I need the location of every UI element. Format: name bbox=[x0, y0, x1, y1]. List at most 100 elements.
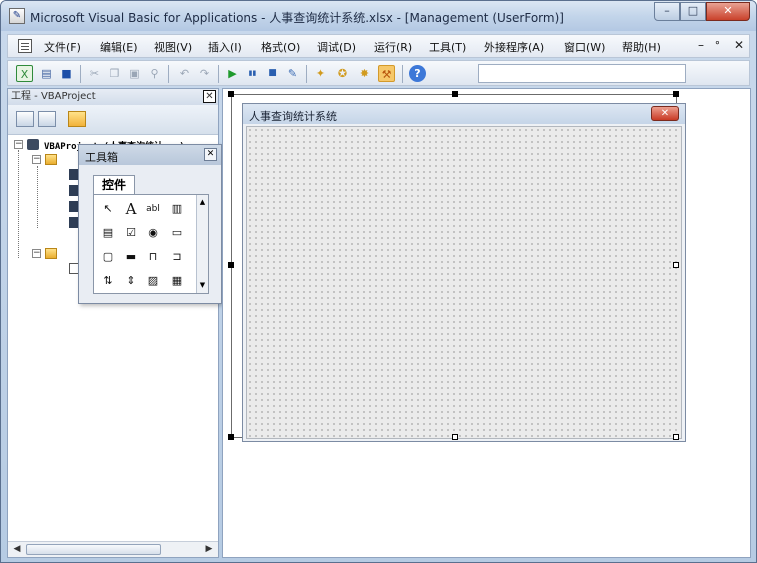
combobox-tool-icon[interactable]: ▥ bbox=[168, 201, 186, 217]
userform-title: 人事查询统计系统 bbox=[249, 110, 337, 123]
resize-handle bbox=[673, 91, 679, 97]
cut-icon[interactable]: ✂ bbox=[86, 65, 103, 82]
scrollbar-thumb[interactable] bbox=[26, 544, 161, 555]
spinbutton-tool-icon[interactable]: ⇕ bbox=[122, 273, 140, 289]
userform-design-grid[interactable] bbox=[246, 126, 682, 439]
menu-file[interactable]: 文件(F) bbox=[44, 39, 81, 55]
menu-addins[interactable]: 外接程序(A) bbox=[484, 39, 544, 55]
standard-toolbar: X ▤ ■ ✂ ❐ ▣ ⚲ ↶ ↷ ▶ ▮▮ ■ ✎ ✦ ✪ ✸ ⚒ ? bbox=[7, 60, 750, 86]
toolbox-icon[interactable]: ⚒ bbox=[378, 65, 395, 82]
object-browser-icon[interactable]: ✸ bbox=[356, 65, 373, 82]
project-explorer-title: 工程 - VBAProject ✕ bbox=[8, 89, 218, 105]
toolbox-close-button[interactable]: ✕ bbox=[204, 148, 217, 161]
insert-userform-icon[interactable]: ▤ bbox=[38, 65, 55, 82]
vba-app-icon[interactable]: ✎ bbox=[9, 8, 25, 24]
scrollbar-tool-icon[interactable]: ⇅ bbox=[99, 273, 117, 289]
userform-title-bar: 人事查询统计系统 ✕ bbox=[243, 104, 685, 124]
toolbar-separator bbox=[306, 65, 307, 83]
resize-handle[interactable] bbox=[452, 434, 458, 440]
project-explorer-icon[interactable]: ✦ bbox=[312, 65, 329, 82]
multipage-tool-icon[interactable]: ⊐ bbox=[168, 249, 186, 265]
userform-close-icon: ✕ bbox=[651, 106, 679, 121]
maximize-button[interactable]: □ bbox=[680, 2, 706, 21]
save-icon[interactable]: ■ bbox=[58, 65, 75, 82]
tree-expander[interactable]: − bbox=[14, 140, 23, 149]
menu-edit[interactable]: 编辑(E) bbox=[100, 39, 138, 55]
frame-tool-icon[interactable]: ▢ bbox=[99, 249, 117, 265]
project-explorer-title-text: 工程 - VBAProject bbox=[11, 91, 96, 102]
toolbar-position-box bbox=[478, 64, 686, 83]
listbox-tool-icon[interactable]: ▤ bbox=[99, 225, 117, 241]
toggle-folders-icon[interactable] bbox=[68, 111, 86, 127]
vba-project-icon bbox=[27, 139, 39, 150]
menu-help[interactable]: 帮助(H) bbox=[622, 39, 661, 55]
reset-icon[interactable]: ■ bbox=[264, 65, 281, 82]
undo-icon[interactable]: ↶ bbox=[176, 65, 193, 82]
design-mode-icon[interactable]: ✎ bbox=[284, 65, 301, 82]
caption-buttons: – □ ✕ bbox=[654, 2, 750, 21]
paste-icon[interactable]: ▣ bbox=[126, 65, 143, 82]
document-window-icon[interactable] bbox=[18, 39, 32, 53]
resize-handle bbox=[228, 91, 234, 97]
scroll-up-arrow-icon[interactable]: ▲ bbox=[197, 198, 208, 206]
select-objects-icon[interactable]: ↖ bbox=[99, 201, 117, 217]
toolbar-separator bbox=[402, 65, 403, 83]
menu-window[interactable]: 窗口(W) bbox=[564, 39, 605, 55]
refedit-tool-icon[interactable]: ▦ bbox=[168, 273, 186, 289]
toolbar-separator bbox=[218, 65, 219, 83]
resize-handle bbox=[228, 434, 234, 440]
run-icon[interactable]: ▶ bbox=[224, 65, 241, 82]
project-explorer-close-button[interactable]: ✕ bbox=[203, 90, 216, 103]
folder-icon[interactable] bbox=[45, 248, 57, 259]
tree-line bbox=[37, 166, 38, 228]
menu-debug[interactable]: 调试(D) bbox=[317, 39, 356, 55]
mdi-close-button[interactable]: ✕ bbox=[734, 38, 744, 52]
tree-expander[interactable]: − bbox=[32, 249, 41, 258]
menu-tools[interactable]: 工具(T) bbox=[429, 39, 466, 55]
resize-handle bbox=[228, 262, 234, 268]
userform-management[interactable]: 人事查询统计系统 ✕ bbox=[242, 103, 686, 442]
toolbar-separator bbox=[168, 65, 169, 83]
view-code-icon[interactable] bbox=[16, 111, 34, 127]
title-bar[interactable]: ✎ Microsoft Visual Basic for Application… bbox=[1, 1, 756, 31]
resize-handle[interactable] bbox=[673, 434, 679, 440]
view-object-icon[interactable] bbox=[38, 111, 56, 127]
redo-icon[interactable]: ↷ bbox=[196, 65, 213, 82]
menu-view[interactable]: 视图(V) bbox=[154, 39, 192, 55]
project-explorer-toolbar bbox=[8, 105, 218, 135]
toolbox-vertical-scrollbar[interactable]: ▲ ▼ bbox=[196, 195, 208, 293]
mdi-client-area: 人事查询统计系统 ✕ bbox=[222, 88, 751, 558]
tree-expander[interactable]: − bbox=[32, 155, 41, 164]
help-icon[interactable]: ? bbox=[409, 65, 426, 82]
optionbutton-tool-icon[interactable]: ◉ bbox=[144, 225, 162, 241]
menu-insert[interactable]: 插入(I) bbox=[208, 39, 242, 55]
project-horizontal-scrollbar[interactable]: ◀ ▶ bbox=[8, 541, 218, 557]
properties-icon[interactable]: ✪ bbox=[334, 65, 351, 82]
mdi-restore-button[interactable]: ᐤ bbox=[715, 38, 720, 52]
checkbox-tool-icon[interactable]: ☑ bbox=[122, 225, 140, 241]
break-icon[interactable]: ▮▮ bbox=[244, 65, 261, 82]
scroll-down-arrow-icon[interactable]: ▼ bbox=[197, 281, 208, 289]
menu-run[interactable]: 运行(R) bbox=[374, 39, 412, 55]
userform-designer: 人事查询统计系统 ✕ bbox=[228, 91, 686, 442]
folder-icon[interactable] bbox=[45, 154, 57, 165]
toolbox-title-bar[interactable]: 工具箱 ✕ bbox=[79, 145, 221, 165]
copy-icon[interactable]: ❐ bbox=[106, 65, 123, 82]
scroll-right-arrow-icon[interactable]: ▶ bbox=[202, 543, 216, 556]
textbox-tool-icon[interactable]: abl bbox=[144, 201, 162, 217]
commandbutton-tool-icon[interactable]: ▬ bbox=[122, 249, 140, 265]
tabstrip-tool-icon[interactable]: ⊓ bbox=[144, 249, 162, 265]
menu-format[interactable]: 格式(O) bbox=[261, 39, 300, 55]
find-icon[interactable]: ⚲ bbox=[146, 65, 163, 82]
resize-handle[interactable] bbox=[673, 262, 679, 268]
excel-icon[interactable]: X bbox=[16, 65, 33, 82]
scroll-left-arrow-icon[interactable]: ◀ bbox=[10, 543, 24, 556]
mdi-minimize-button[interactable]: – bbox=[698, 38, 704, 52]
label-tool-icon[interactable]: A bbox=[122, 201, 140, 217]
toolbox-tab-controls[interactable]: 控件 bbox=[93, 175, 135, 195]
minimize-button[interactable]: – bbox=[654, 2, 680, 21]
image-tool-icon[interactable]: ▨ bbox=[144, 273, 162, 289]
close-button[interactable]: ✕ bbox=[706, 2, 750, 21]
togglebutton-tool-icon[interactable]: ▭ bbox=[168, 225, 186, 241]
tree-line bbox=[18, 150, 19, 258]
